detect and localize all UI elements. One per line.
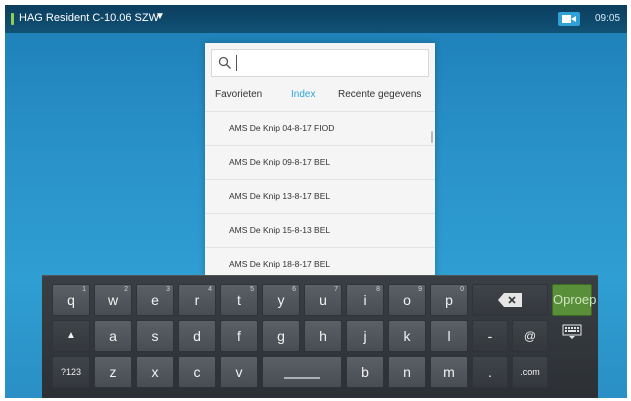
- device-title[interactable]: HAG Resident C-10.06 SZW: [19, 12, 159, 24]
- key-h[interactable]: h: [304, 320, 342, 352]
- key-w[interactable]: w2: [94, 284, 132, 316]
- search-input[interactable]: [211, 49, 429, 77]
- screen: HAG Resident C-10.06 SZW ▼ 09:05 Favorie…: [5, 5, 627, 398]
- backspace-key[interactable]: [472, 284, 548, 316]
- key-u[interactable]: u7: [304, 284, 342, 316]
- key-j[interactable]: j: [346, 320, 384, 352]
- key-y[interactable]: y6: [262, 284, 300, 316]
- list-item-label: AMS De Knip 18-8-17 BEL: [229, 259, 331, 269]
- key-o[interactable]: o9: [388, 284, 426, 316]
- tab-favorieten[interactable]: Favorieten: [215, 89, 262, 100]
- tab-recente-gegevens[interactable]: Recente gegevens: [338, 89, 421, 100]
- key-f[interactable]: f: [220, 320, 258, 352]
- status-bar: HAG Resident C-10.06 SZW ▼ 09:05: [5, 5, 627, 33]
- key-dot[interactable]: .: [472, 356, 508, 388]
- device-menu-caret[interactable]: ▼: [155, 11, 165, 22]
- list-item[interactable]: AMS De Knip 09-8-17 BEL: [205, 145, 435, 179]
- call-button[interactable]: Oproep: [552, 284, 596, 316]
- key-c[interactable]: c: [178, 356, 216, 388]
- key-v[interactable]: v: [220, 356, 258, 388]
- space-bar-icon: [284, 377, 320, 379]
- key-p[interactable]: p0: [430, 284, 468, 316]
- list-item[interactable]: AMS De Knip 15-8-13 BEL: [205, 213, 435, 247]
- key-dotcom[interactable]: .com: [512, 356, 548, 388]
- list-item[interactable]: AMS De Knip 13-8-17 BEL: [205, 179, 435, 213]
- search-panel: Favorieten Index Recente gegevens AMS De…: [205, 43, 435, 283]
- keyboard-hide-icon: [562, 324, 582, 339]
- keyboard-hide-key[interactable]: [552, 320, 592, 352]
- list-item-label: AMS De Knip 09-8-17 BEL: [229, 157, 331, 167]
- key-z[interactable]: z: [94, 356, 132, 388]
- scrollbar[interactable]: [431, 131, 433, 143]
- key-t[interactable]: t5: [220, 284, 258, 316]
- key-g[interactable]: g: [262, 320, 300, 352]
- key-at[interactable]: @: [512, 320, 548, 352]
- tab-index[interactable]: Index: [291, 89, 315, 100]
- video-camera-icon[interactable]: [558, 12, 580, 26]
- tab-bar: Favorieten Index Recente gegevens: [205, 89, 435, 107]
- search-icon: [218, 56, 231, 69]
- key-m[interactable]: m: [430, 356, 468, 388]
- key-b[interactable]: b: [346, 356, 384, 388]
- space-key[interactable]: [262, 356, 342, 388]
- backspace-icon: [498, 293, 522, 307]
- key-x[interactable]: x: [136, 356, 174, 388]
- key-q[interactable]: q1: [52, 284, 90, 316]
- key-l[interactable]: l: [430, 320, 468, 352]
- clock: 09:05: [595, 13, 621, 24]
- key-dash[interactable]: -: [472, 320, 508, 352]
- key-e[interactable]: e3: [136, 284, 174, 316]
- status-indicator: [11, 13, 14, 25]
- key-a[interactable]: a: [94, 320, 132, 352]
- list-item-label: AMS De Knip 15-8-13 BEL: [229, 225, 331, 235]
- on-screen-keyboard: q1 w2 e3 r4 t5 y6 u7 i8 o9 p0 Oproep ▲ a…: [42, 275, 598, 398]
- key-n[interactable]: n: [388, 356, 426, 388]
- key-i[interactable]: i8: [346, 284, 384, 316]
- key-d[interactable]: d: [178, 320, 216, 352]
- shift-key[interactable]: ▲: [52, 320, 90, 352]
- key-s[interactable]: s: [136, 320, 174, 352]
- list-item[interactable]: AMS De Knip 04-8-17 FIOD: [205, 111, 435, 145]
- text-cursor: [236, 55, 237, 71]
- list-item-label: AMS De Knip 04-8-17 FIOD: [229, 123, 335, 133]
- numbers-key[interactable]: ?123: [52, 356, 90, 388]
- key-r[interactable]: r4: [178, 284, 216, 316]
- list-item-label: AMS De Knip 13-8-17 BEL: [229, 191, 331, 201]
- key-k[interactable]: k: [388, 320, 426, 352]
